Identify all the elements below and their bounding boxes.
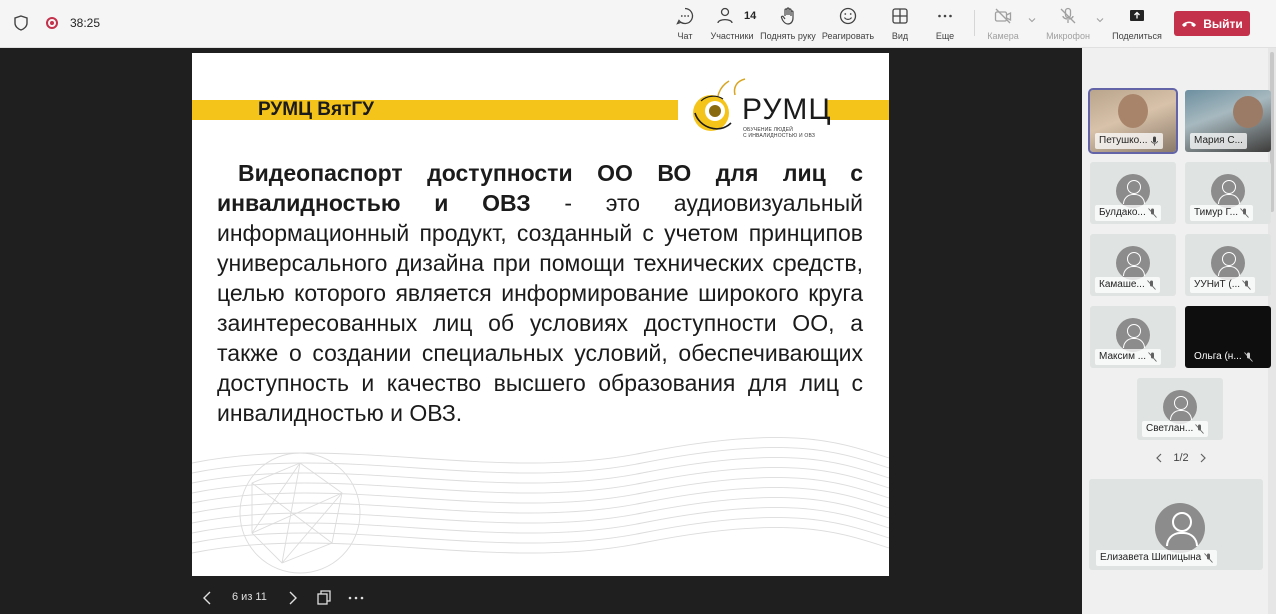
mic-label: Микрофон	[1046, 31, 1090, 41]
header-band	[827, 100, 889, 120]
mic-off-icon	[1060, 7, 1076, 24]
react-button[interactable]: Реагировать	[822, 6, 874, 44]
decorative-network-graphic	[192, 437, 889, 574]
react-label: Реагировать	[821, 31, 875, 41]
camera-label: Камера	[987, 31, 1019, 41]
avatar-icon	[1211, 174, 1245, 208]
participants-count: 14	[744, 10, 757, 22]
mic-off-icon	[1240, 208, 1249, 218]
camera-off-icon	[994, 8, 1012, 24]
mic-off-icon	[1243, 352, 1253, 362]
chevron-down-icon[interactable]	[1096, 16, 1104, 24]
logo-text: РУМЦ	[742, 93, 832, 126]
avatar-icon	[1116, 246, 1150, 280]
raise-hand-label: Поднять руку	[760, 31, 816, 41]
participant-photo	[1118, 94, 1148, 128]
toolbar-divider	[974, 10, 975, 36]
slide-body-rest: - это аудиовизуальный информационный про…	[217, 190, 863, 426]
leave-button[interactable]: Выйти	[1174, 11, 1250, 36]
avatar-icon	[1116, 174, 1150, 208]
participant-tile[interactable]: Камаше...	[1090, 234, 1176, 296]
mic-button[interactable]: Микрофон	[1044, 6, 1092, 44]
camera-button[interactable]: Камера	[985, 6, 1021, 44]
shared-content-stage: РУМЦ ВятГУ РУМЦ ОБУЧЕНИЕ ЛЮДЕЙ С ИНВАЛИД…	[0, 48, 1082, 614]
participant-tile[interactable]: Светлан...	[1137, 378, 1223, 440]
meeting-toolbar: 38:25 Чат Участники 14 Поднять руку Реаг…	[0, 0, 1276, 48]
participant-tile[interactable]: Петушко...	[1088, 88, 1178, 154]
share-icon	[1130, 10, 1144, 21]
participant-name-tag: УУНиТ (...	[1190, 277, 1256, 293]
slide-header: РУМЦ ВятГУ	[258, 99, 374, 120]
participant-tile[interactable]: Мария С...	[1185, 90, 1271, 152]
mic-off-icon	[1146, 280, 1156, 290]
participant-tile[interactable]: УУНиТ (...	[1185, 234, 1271, 296]
featured-participant-tile[interactable]: Елизавета Шипицына	[1089, 479, 1263, 570]
recording-icon	[46, 17, 58, 29]
mic-off-icon	[1195, 424, 1205, 434]
mic-icon	[1150, 136, 1158, 146]
participant-name-tag: Светлан...	[1142, 421, 1209, 437]
participant-tile[interactable]: Тимур Г...	[1185, 162, 1271, 224]
participant-photo	[1233, 96, 1263, 128]
prev-slide-button[interactable]	[200, 588, 214, 608]
participant-name-tag: Петушко...	[1095, 133, 1163, 149]
avatar-icon	[1155, 503, 1205, 553]
gallery-page-counter: 1/2	[1173, 452, 1189, 464]
participant-tile[interactable]: Булдако...	[1090, 162, 1176, 224]
participant-tile[interactable]: Ольга (н...	[1185, 306, 1271, 368]
more-label: Еще	[935, 31, 955, 41]
participant-name-tag: Елизавета Шипицына	[1096, 550, 1218, 566]
avatar-icon	[1211, 246, 1245, 280]
leave-label: Выйти	[1203, 16, 1243, 31]
logo-subtitle: С ИНВАЛИДНОСТЬЮ И ОВЗ	[743, 133, 816, 139]
avatar-icon	[1163, 390, 1197, 424]
more-button[interactable]: Еще	[932, 6, 958, 44]
participant-name-tag: Булдако...	[1095, 205, 1161, 221]
slide-counter: 6 из 11	[232, 591, 267, 603]
chat-icon	[676, 7, 694, 25]
participant-name-tag: Камаше...	[1095, 277, 1160, 293]
shield-icon	[14, 15, 28, 31]
participant-name-tag: Ольга (н...	[1190, 349, 1257, 365]
participants-label: Участники	[710, 31, 754, 41]
share-label: Поделиться	[1112, 31, 1162, 41]
avatar-icon	[1116, 318, 1150, 352]
phone-hangup-icon	[1182, 21, 1197, 27]
gallery-pager: 1/2	[1155, 452, 1207, 464]
participant-name-tag: Максим ...	[1095, 349, 1162, 365]
presentation-slide: РУМЦ ВятГУ РУМЦ ОБУЧЕНИЕ ЛЮДЕЙ С ИНВАЛИД…	[192, 53, 889, 576]
slide-body-text: Видеопаспорт доступности ОО ВО для лиц с…	[217, 158, 863, 428]
view-label: Вид	[891, 31, 909, 41]
chevron-left-icon[interactable]	[1155, 453, 1163, 463]
chevron-down-icon[interactable]	[1028, 16, 1036, 24]
chevron-right-icon[interactable]	[1199, 453, 1207, 463]
mic-off-icon	[1242, 280, 1251, 290]
people-icon	[717, 7, 733, 24]
participant-name-tag: Тимур Г...	[1190, 205, 1253, 221]
chat-label: Чат	[677, 31, 693, 41]
share-button[interactable]: Поделиться	[1112, 6, 1162, 44]
participant-tile[interactable]: Максим ...	[1090, 306, 1176, 368]
more-icon	[938, 14, 952, 18]
meeting-timer: 38:25	[70, 16, 101, 30]
more-icon[interactable]	[346, 588, 366, 608]
view-button[interactable]: Вид	[887, 6, 913, 44]
participant-name-tag: Мария С...	[1190, 133, 1247, 149]
mic-off-icon	[1204, 553, 1214, 563]
mic-off-icon	[1148, 352, 1157, 362]
grid-icon	[892, 8, 908, 24]
mic-off-icon	[1147, 208, 1157, 218]
hand-icon	[780, 7, 794, 25]
chat-button[interactable]: Чат	[672, 6, 698, 44]
emoji-icon	[839, 7, 857, 25]
slide-grid-icon[interactable]	[315, 588, 333, 608]
next-slide-button[interactable]	[286, 588, 300, 608]
raise-hand-button[interactable]: Поднять руку	[760, 6, 816, 44]
